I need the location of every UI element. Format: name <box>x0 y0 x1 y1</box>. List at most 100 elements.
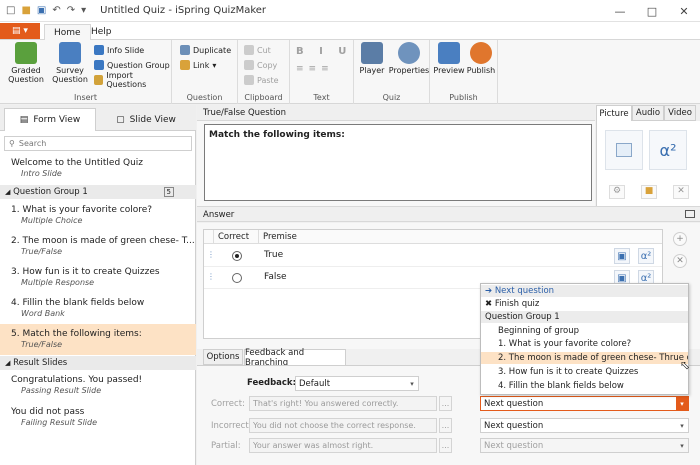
intro-slide-item[interactable]: Welcome to the Untitled Quiz Intro Slide <box>0 158 196 178</box>
info-slide-button[interactable]: Info Slide <box>94 44 144 56</box>
tab-audio[interactable]: Audio <box>632 105 664 121</box>
partial-more-button[interactable]: ... <box>439 438 452 453</box>
tab-video[interactable]: Video <box>664 105 696 121</box>
preview-button[interactable]: Preview <box>432 42 466 75</box>
settings-icon[interactable]: ⚙ <box>609 185 625 199</box>
file-menu-button[interactable]: ▤ ▾ <box>0 23 40 39</box>
option-question-1[interactable]: 1. What is your favorite colore? <box>481 338 688 350</box>
open-folder-icon[interactable]: ■ <box>641 185 657 199</box>
premise-cell[interactable]: False <box>264 272 287 282</box>
tab-feedback-branching[interactable]: Feedback and Branching <box>244 348 346 368</box>
option-question-4[interactable]: 4. Fillin the blank fields below <box>481 380 688 392</box>
branch-dropdown-list: ➔ Next question ✖ Finish quiz Question G… <box>480 283 689 395</box>
option-next-question[interactable]: ➔ Next question <box>481 285 688 297</box>
tab-form-view[interactable]: ▤ Form View <box>4 108 96 131</box>
correct-feedback-field[interactable]: That's right! You answered correctly. <box>249 396 437 411</box>
cut-button[interactable]: Cut <box>244 44 271 56</box>
result-slides-header[interactable]: ◢ Result Slides <box>0 356 196 370</box>
ribbon-tabs: ▤ ▾ Home Help <box>0 22 700 40</box>
maximize-button[interactable]: □ <box>636 0 668 22</box>
tab-help[interactable]: Help <box>82 24 121 40</box>
copy-button[interactable]: Copy <box>244 59 277 71</box>
redo-icon[interactable]: ↷ <box>67 5 75 16</box>
list-item[interactable]: 2. The moon is made of green chese- T...… <box>0 236 196 256</box>
chevron-down-icon: ▾ <box>680 421 684 430</box>
image-icon[interactable]: ▣ <box>614 248 630 264</box>
col-premise: Premise <box>259 230 662 244</box>
incorrect-feedback-field[interactable]: You did not choose the correct response. <box>249 418 437 433</box>
branch-partial-select[interactable]: Next question ▾ <box>480 438 689 453</box>
equation-icon[interactable]: α² <box>638 248 654 264</box>
option-beginning-of-group[interactable]: Beginning of group <box>481 325 688 337</box>
player-button[interactable]: Player <box>354 42 390 75</box>
duplicate-button[interactable]: Duplicate <box>180 44 231 56</box>
minimize-button[interactable]: — <box>604 0 636 22</box>
table-row[interactable]: ⋮ True ▣ α² <box>204 245 662 267</box>
import-questions-button[interactable]: Import Questions <box>94 71 171 89</box>
collapse-icon[interactable]: ◢ <box>5 188 10 196</box>
new-file-icon[interactable]: □ <box>6 5 15 16</box>
slide-list-panel: ▤ Form View ▢ Slide View ⚲ Search Welcome t… <box>0 105 196 465</box>
publish-button[interactable]: Publish <box>464 42 498 75</box>
question-group-icon <box>94 60 104 70</box>
image-icon <box>616 143 632 157</box>
text-format-icons[interactable]: B I U <box>296 46 352 57</box>
import-icon <box>94 75 104 85</box>
tab-picture[interactable]: Picture <box>596 105 632 121</box>
list-item[interactable]: Congratulations. You passed! Passing Res… <box>0 375 196 395</box>
question-group-header[interactable]: ◢ Question Group 1 5 <box>0 185 196 199</box>
drag-handle-icon[interactable]: ⋮ <box>207 272 215 281</box>
feedback-mode-select[interactable]: Default ▾ <box>295 376 419 391</box>
list-item[interactable]: 1. What is your favorite colore? Multipl… <box>0 205 196 225</box>
correct-more-button[interactable]: ... <box>439 396 452 411</box>
list-item[interactable]: You did not pass Failing Result Slide <box>0 407 196 427</box>
tab-options[interactable]: Options <box>203 349 243 365</box>
properties-button[interactable]: Properties <box>388 42 430 75</box>
branch-incorrect-select[interactable]: Next question ▾ <box>480 418 689 433</box>
partial-feedback-field[interactable]: Your answer was almost right. <box>249 438 437 453</box>
incorrect-label: Incorrect: <box>211 421 252 431</box>
list-item[interactable]: 3. How fun is it to create Quizzes Multi… <box>0 267 196 287</box>
collapse-icon[interactable]: ◢ <box>5 359 10 367</box>
undo-icon[interactable]: ↶ <box>52 5 60 16</box>
tab-slide-view[interactable]: ▢ Slide View <box>100 108 192 131</box>
maximize-answer-icon[interactable] <box>685 210 695 218</box>
incorrect-more-button[interactable]: ... <box>439 418 452 433</box>
delete-icon[interactable]: ✕ <box>673 185 689 199</box>
remove-answer-button[interactable]: ✕ <box>673 254 687 268</box>
window-controls: — □ ✕ <box>604 0 700 22</box>
survey-question-button[interactable]: Survey Question <box>48 42 92 84</box>
branch-correct-select[interactable]: Next question ▾ <box>480 396 689 411</box>
link-button[interactable]: Link ▾ <box>180 59 216 71</box>
close-button[interactable]: ✕ <box>668 0 700 22</box>
question-text-editor[interactable]: Match the following items: <box>204 124 592 201</box>
correct-radio[interactable] <box>232 273 242 283</box>
question-group-button[interactable]: Question Group <box>94 59 170 71</box>
answer-header: Answer <box>197 206 700 222</box>
mouse-cursor-icon: ⬁ <box>680 358 691 372</box>
correct-label: Correct: <box>211 399 245 409</box>
question-group: Duplicate Link ▾ Question <box>172 40 238 104</box>
text-align-icons[interactable]: ≡≡≡ <box>296 64 334 74</box>
list-item[interactable]: 4. Fillin the blank fields below Word Ba… <box>0 298 196 318</box>
premise-cell[interactable]: True <box>264 250 283 260</box>
correct-radio[interactable] <box>232 251 242 261</box>
graded-question-button[interactable]: Graded Question <box>4 42 48 84</box>
option-question-3[interactable]: 3. How fun is it to create Quizzes <box>481 366 688 378</box>
search-input[interactable]: ⚲ Search <box>4 136 192 151</box>
option-finish-quiz[interactable]: ✖ Finish quiz <box>481 298 688 310</box>
option-question-2[interactable]: 2. The moon is made of green chese- Thru… <box>481 352 688 364</box>
paste-icon <box>244 75 254 85</box>
customize-icon[interactable]: ▾ <box>81 5 86 16</box>
copy-icon <box>244 60 254 70</box>
feedback-label: Feedback: <box>247 378 296 388</box>
save-icon[interactable]: ▣ <box>37 5 46 16</box>
add-picture-button[interactable] <box>605 130 643 170</box>
add-answer-button[interactable]: + <box>673 232 687 246</box>
open-folder-icon[interactable]: ■ <box>21 5 30 16</box>
paste-button[interactable]: Paste <box>244 74 279 86</box>
list-item-selected[interactable]: 5. Match the following items: True/False <box>0 324 196 355</box>
drag-handle-icon[interactable]: ⋮ <box>207 250 215 259</box>
info-slide-icon <box>94 45 104 55</box>
add-equation-button[interactable]: α² <box>649 130 687 170</box>
